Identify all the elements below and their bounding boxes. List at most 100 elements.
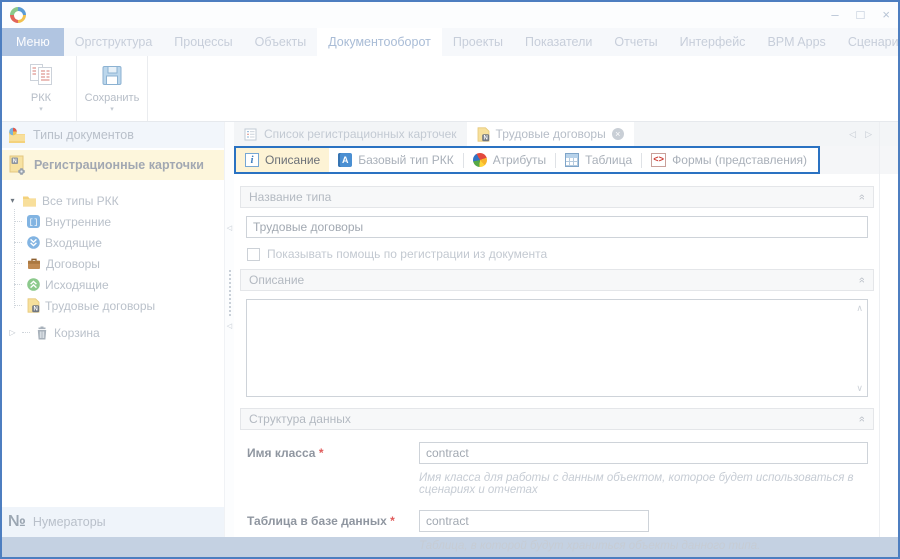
- menu-item-objects[interactable]: Объекты: [244, 28, 318, 56]
- forms-code-icon: <>: [651, 153, 666, 167]
- ribbon-toolbar: РКК ▾ Сохранить ▾: [2, 56, 898, 122]
- view-tab-base-rkk-type[interactable]: A Базовый тип РКК: [329, 148, 463, 172]
- class-name-field-row: Имя класса * Имя класса для работы с дан…: [247, 442, 868, 496]
- collapse-left-icon[interactable]: ◁: [227, 322, 232, 330]
- tab-nav-next-button[interactable]: ▷: [865, 129, 872, 140]
- class-name-input[interactable]: [419, 442, 868, 464]
- scroll-down-icon[interactable]: ∨: [856, 384, 863, 393]
- sidebar-item-numerators[interactable]: № Нумераторы: [2, 507, 224, 537]
- menu-item-document-flow[interactable]: Документооборот: [317, 28, 442, 56]
- svg-text:N: N: [34, 307, 38, 313]
- menu-item-processes[interactable]: Процессы: [163, 28, 243, 56]
- menu-item-bpm-apps[interactable]: BPM Apps: [756, 28, 836, 56]
- class-name-label: Имя класса *: [247, 442, 419, 496]
- tree-item-label: Внутренние: [45, 215, 111, 229]
- description-form: Название типа » Показывать помощь по рег…: [240, 186, 874, 559]
- trash-icon: [35, 326, 49, 340]
- tab-registration-cards-list[interactable]: Список регистрационных карточек: [234, 122, 467, 146]
- tree-item-outgoing[interactable]: Исходящие: [2, 274, 224, 295]
- save-button[interactable]: Сохранить ▾: [79, 56, 145, 121]
- section-title: Структура данных: [249, 412, 351, 426]
- sidebar-item-document-types[interactable]: Типы документов: [2, 122, 224, 148]
- collapse-left-icon[interactable]: ◁: [227, 224, 232, 232]
- view-tab-description[interactable]: i Описание: [236, 148, 329, 172]
- sidebar-splitter[interactable]: ◁ ◁: [224, 122, 234, 537]
- tree-guide-line: [14, 209, 15, 308]
- tree-item-all-rkk-types[interactable]: ▾ Все типы РКК: [2, 190, 224, 211]
- menu-item-orgstructure[interactable]: Оргструктура: [64, 28, 163, 56]
- tree-item-label: Договоры: [46, 257, 100, 271]
- sidebar-item-label: Типы документов: [33, 128, 134, 142]
- view-tab-label: Формы (представления): [672, 153, 807, 167]
- description-textarea[interactable]: [246, 299, 868, 397]
- field-label-text: Таблица в базе данных: [247, 514, 387, 528]
- labor-contract-doc-icon: N: [27, 298, 40, 313]
- menu-item-scenarios[interactable]: Сценарии: [837, 28, 900, 56]
- tree-branch-line: [14, 221, 22, 222]
- menu-item-projects[interactable]: Проекты: [442, 28, 514, 56]
- tree-expander-closed-icon[interactable]: ▷: [8, 328, 17, 337]
- rkk-button[interactable]: РКК ▾: [8, 56, 74, 121]
- save-floppy-icon: [99, 63, 125, 89]
- menu-button[interactable]: Меню: [2, 28, 64, 56]
- internal-brackets-icon: []: [27, 215, 40, 228]
- tree-item-trash[interactable]: ▷ Корзина: [2, 322, 224, 343]
- tab-close-icon[interactable]: ×: [612, 128, 624, 140]
- tree-item-internal[interactable]: [] Внутренние: [2, 211, 224, 232]
- section-header-type-name[interactable]: Название типа »: [240, 186, 874, 208]
- tree-item-incoming[interactable]: Входящие: [2, 232, 224, 253]
- labor-contract-doc-icon: N: [477, 127, 490, 142]
- folder-chart-icon: [7, 126, 26, 144]
- view-tab-table[interactable]: Таблица: [556, 148, 641, 172]
- tree-item-contracts[interactable]: Договоры: [2, 253, 224, 274]
- minimize-button[interactable]: –: [831, 7, 838, 23]
- briefcase-icon: [27, 257, 41, 270]
- class-name-hint: Имя класса для работы с данным объектом,…: [419, 472, 868, 496]
- tab-labor-contracts[interactable]: N Трудовые договоры ×: [467, 122, 634, 146]
- tab-nav-prev-button[interactable]: ◁: [849, 129, 856, 140]
- view-toolbar-row: i Описание A Базовый тип РКК Атрибуты: [234, 146, 898, 174]
- tab-label: Трудовые договоры: [496, 127, 606, 141]
- tree-item-label: Все типы РКК: [42, 194, 119, 208]
- menu-item-interface[interactable]: Интерфейс: [669, 28, 757, 56]
- close-button[interactable]: ×: [882, 7, 890, 23]
- tree-expander-open-icon[interactable]: ▾: [8, 196, 17, 205]
- view-tab-forms[interactable]: <> Формы (представления): [642, 148, 816, 172]
- splitter-grip[interactable]: [229, 270, 231, 316]
- view-tab-label: Описание: [265, 153, 320, 167]
- section-header-data-structure[interactable]: Структура данных »: [240, 408, 874, 430]
- rkk-document-icon: [28, 63, 55, 89]
- maximize-button[interactable]: □: [857, 7, 865, 23]
- tree-branch-line: [14, 242, 22, 243]
- ribbon-separator: [147, 56, 148, 121]
- tree-item-labor-contracts[interactable]: N Трудовые договоры: [2, 295, 224, 316]
- db-table-input[interactable]: [419, 510, 649, 532]
- view-tab-attributes[interactable]: Атрибуты: [464, 148, 555, 172]
- menu-item-indicators[interactable]: Показатели: [514, 28, 603, 56]
- attributes-pie-icon: [473, 153, 487, 167]
- main-content: Список регистрационных карточек N Трудов…: [234, 122, 898, 537]
- app-window: – □ × Меню Оргструктура Процессы Объекты…: [0, 0, 900, 559]
- incoming-chevrons-icon: [27, 236, 40, 249]
- title-bar: – □ ×: [2, 2, 898, 28]
- tree-branch-line: [14, 305, 22, 306]
- show-help-checkbox-label: Показывать помощь по регистрации из доку…: [267, 247, 547, 261]
- scroll-up-icon[interactable]: ∧: [856, 304, 863, 313]
- type-name-input[interactable]: [246, 216, 868, 238]
- section-collapse-icon[interactable]: »: [856, 194, 868, 200]
- menu-item-reports[interactable]: Отчеты: [603, 28, 668, 56]
- tree-branch-line: [22, 332, 30, 333]
- section-header-description[interactable]: Описание »: [240, 269, 874, 291]
- view-tab-label: Таблица: [585, 153, 632, 167]
- db-table-hint: Таблица, в которой будут храниться объек…: [419, 540, 868, 552]
- ribbon-separator: [76, 56, 77, 121]
- show-help-checkbox[interactable]: [247, 248, 260, 261]
- section-collapse-icon[interactable]: »: [856, 277, 868, 283]
- sidebar-item-registration-cards[interactable]: N Регистрационные карточки: [2, 150, 224, 180]
- tree-item-label: Корзина: [54, 326, 100, 340]
- db-table-label: Таблица в базе данных *: [247, 510, 419, 552]
- tree-item-label: Входящие: [45, 236, 102, 250]
- book-icon: A: [338, 153, 352, 167]
- section-collapse-icon[interactable]: »: [856, 416, 868, 422]
- rkk-types-tree: ▾ Все типы РКК []: [2, 182, 224, 507]
